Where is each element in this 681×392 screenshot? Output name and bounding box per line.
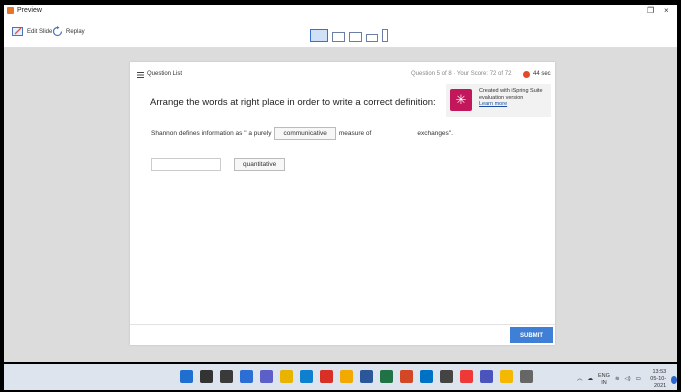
- timer: 44 sec: [523, 69, 551, 79]
- settings-icon[interactable]: [520, 370, 533, 383]
- preview-window: Preview ❐ × Edit Slide Replay Question L…: [4, 5, 677, 362]
- quiz-card: Question List Question 5 of 8 · Your Sco…: [130, 62, 555, 345]
- search-icon[interactable]: [200, 370, 213, 383]
- excel-icon[interactable]: [380, 370, 393, 383]
- windows-start-icon[interactable]: [180, 370, 193, 383]
- powerpoint-icon[interactable]: [400, 370, 413, 383]
- teams-icon[interactable]: [480, 370, 493, 383]
- vivaldi-icon[interactable]: [460, 370, 473, 383]
- empty-word-slot[interactable]: [151, 158, 221, 171]
- word-icon[interactable]: [360, 370, 373, 383]
- language-indicator[interactable]: ENG IN: [598, 373, 610, 387]
- restore-button[interactable]: ❐: [647, 5, 654, 16]
- promo-line-1: Created with iSpring Suite: [479, 88, 543, 94]
- chevron-up-icon[interactable]: ︿: [577, 376, 583, 383]
- list-icon: [137, 71, 144, 78]
- taskbar: ︿ ☁ ENG IN ≋ ◁) ▭ 13:53 05-10-2021: [4, 364, 677, 390]
- question-prompt: Arrange the words at right place in orde…: [150, 97, 436, 108]
- replay-button[interactable]: Replay: [66, 26, 85, 38]
- system-tray: ︿ ☁ ENG IN ≋ ◁) ▭ 13:53 05-10-2021: [577, 369, 677, 390]
- definition-sentence: Shannon defines information as " a purel…: [151, 126, 453, 140]
- edge-icon[interactable]: [300, 370, 313, 383]
- desktop-icon[interactable]: [310, 29, 328, 42]
- task-view-icon[interactable]: [220, 370, 233, 383]
- widgets-icon[interactable]: [240, 370, 253, 383]
- edit-slide-button[interactable]: Edit Slide: [27, 26, 52, 38]
- chrome-icon[interactable]: [320, 370, 333, 383]
- clock[interactable]: 13:53 05-10-2021: [646, 369, 666, 390]
- notes-icon[interactable]: [500, 370, 513, 383]
- notification-icon[interactable]: [671, 375, 677, 384]
- phone-portrait-icon[interactable]: [382, 29, 388, 42]
- device-switcher: [310, 26, 388, 42]
- outlook-icon[interactable]: [420, 370, 433, 383]
- taskbar-apps: [180, 370, 533, 383]
- timer-icon: [523, 70, 530, 78]
- timer-value: 44 sec: [533, 71, 551, 77]
- language-code: ENG: [598, 372, 610, 379]
- word-bank: quantitative: [151, 158, 288, 171]
- sentence-after: exchanges".: [417, 129, 453, 137]
- volume-icon[interactable]: ◁): [625, 376, 631, 383]
- word-chip-quantitative[interactable]: quantitative: [234, 158, 286, 171]
- language-region: IN: [601, 379, 607, 386]
- tablet-landscape-icon[interactable]: [332, 32, 345, 42]
- media-icon[interactable]: [440, 370, 453, 383]
- slide-stage: Question List Question 5 of 8 · Your Sco…: [4, 48, 677, 362]
- battery-icon[interactable]: ▭: [636, 376, 641, 383]
- app-icon: [7, 7, 14, 14]
- question-progress: Question 5 of 8 · Your Score: 72 of 72: [411, 71, 512, 77]
- clock-date: 05-10-2021: [650, 376, 667, 389]
- replay-icon: [52, 26, 63, 37]
- submit-button[interactable]: SUBMIT: [510, 327, 553, 343]
- learn-more-link[interactable]: Learn more: [479, 101, 549, 108]
- file-explorer-icon[interactable]: [280, 370, 293, 383]
- divider: [130, 324, 555, 325]
- window-title: Preview: [17, 7, 42, 14]
- close-button[interactable]: ×: [664, 5, 669, 16]
- file-manager-icon[interactable]: [340, 370, 353, 383]
- drop-slot[interactable]: [374, 126, 415, 140]
- question-list-label: Question List: [147, 71, 183, 77]
- clock-time: 13:53: [652, 369, 667, 375]
- phone-landscape-icon[interactable]: [366, 34, 378, 42]
- chat-icon[interactable]: [260, 370, 273, 383]
- edit-slide-icon: [12, 27, 23, 36]
- cloud-icon[interactable]: ☁: [588, 376, 594, 383]
- ispring-logo-icon: ✳: [450, 89, 472, 111]
- ispring-promo: ✳ Created with iSpring Suite evaluation …: [446, 84, 551, 117]
- word-chip-communicative[interactable]: communicative: [274, 126, 336, 140]
- toolbar: Edit Slide Replay: [4, 17, 677, 48]
- question-list-button[interactable]: Question List: [137, 70, 182, 79]
- title-bar: Preview ❐ ×: [4, 5, 677, 17]
- sentence-middle: measure of: [338, 129, 372, 137]
- sentence-before: Shannon defines information as " a purel…: [151, 129, 272, 137]
- wifi-icon[interactable]: ≋: [615, 376, 620, 383]
- tablet-portrait-icon[interactable]: [349, 32, 362, 42]
